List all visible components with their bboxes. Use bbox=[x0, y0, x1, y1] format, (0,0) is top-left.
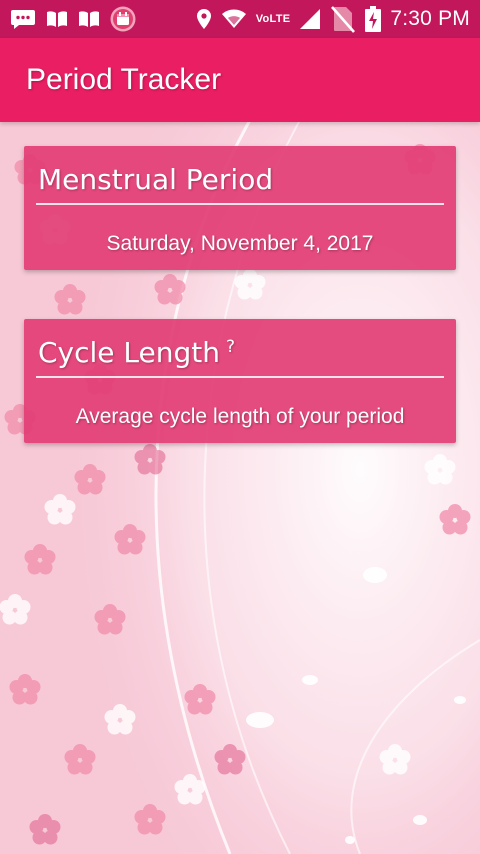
status-time: 7:30 PM bbox=[390, 7, 470, 30]
book-icon bbox=[46, 10, 68, 28]
cycle-length-title: Cycle Length? bbox=[38, 336, 235, 369]
calendar-app-icon bbox=[110, 6, 136, 32]
card-header: Cycle Length? bbox=[36, 335, 444, 378]
card-header: Menstrual Period bbox=[36, 162, 444, 205]
cycle-length-title-text: Cycle Length bbox=[38, 336, 220, 369]
no-sim-icon bbox=[330, 5, 356, 33]
network-type-label: VoLTE bbox=[255, 13, 291, 25]
battery-charging-icon bbox=[365, 6, 382, 32]
status-bar: VoLTE 7:30 PM bbox=[0, 0, 480, 38]
signal-icon bbox=[299, 8, 321, 30]
app-bar: Period Tracker bbox=[0, 38, 480, 122]
menstrual-period-card[interactable]: Menstrual Period Saturday, November 4, 2… bbox=[24, 146, 456, 270]
app-title: Period Tracker bbox=[26, 63, 222, 96]
menstrual-period-date[interactable]: Saturday, November 4, 2017 bbox=[24, 232, 456, 256]
menstrual-period-title: Menstrual Period bbox=[38, 163, 274, 196]
cycle-length-card[interactable]: Cycle Length? Average cycle length of yo… bbox=[24, 319, 456, 443]
cycle-length-value[interactable]: Average cycle length of your period bbox=[24, 405, 456, 429]
location-icon bbox=[196, 8, 212, 30]
wifi-icon bbox=[221, 9, 247, 29]
help-icon[interactable]: ? bbox=[226, 337, 235, 357]
message-icon bbox=[10, 9, 36, 29]
book-icon bbox=[78, 10, 100, 28]
